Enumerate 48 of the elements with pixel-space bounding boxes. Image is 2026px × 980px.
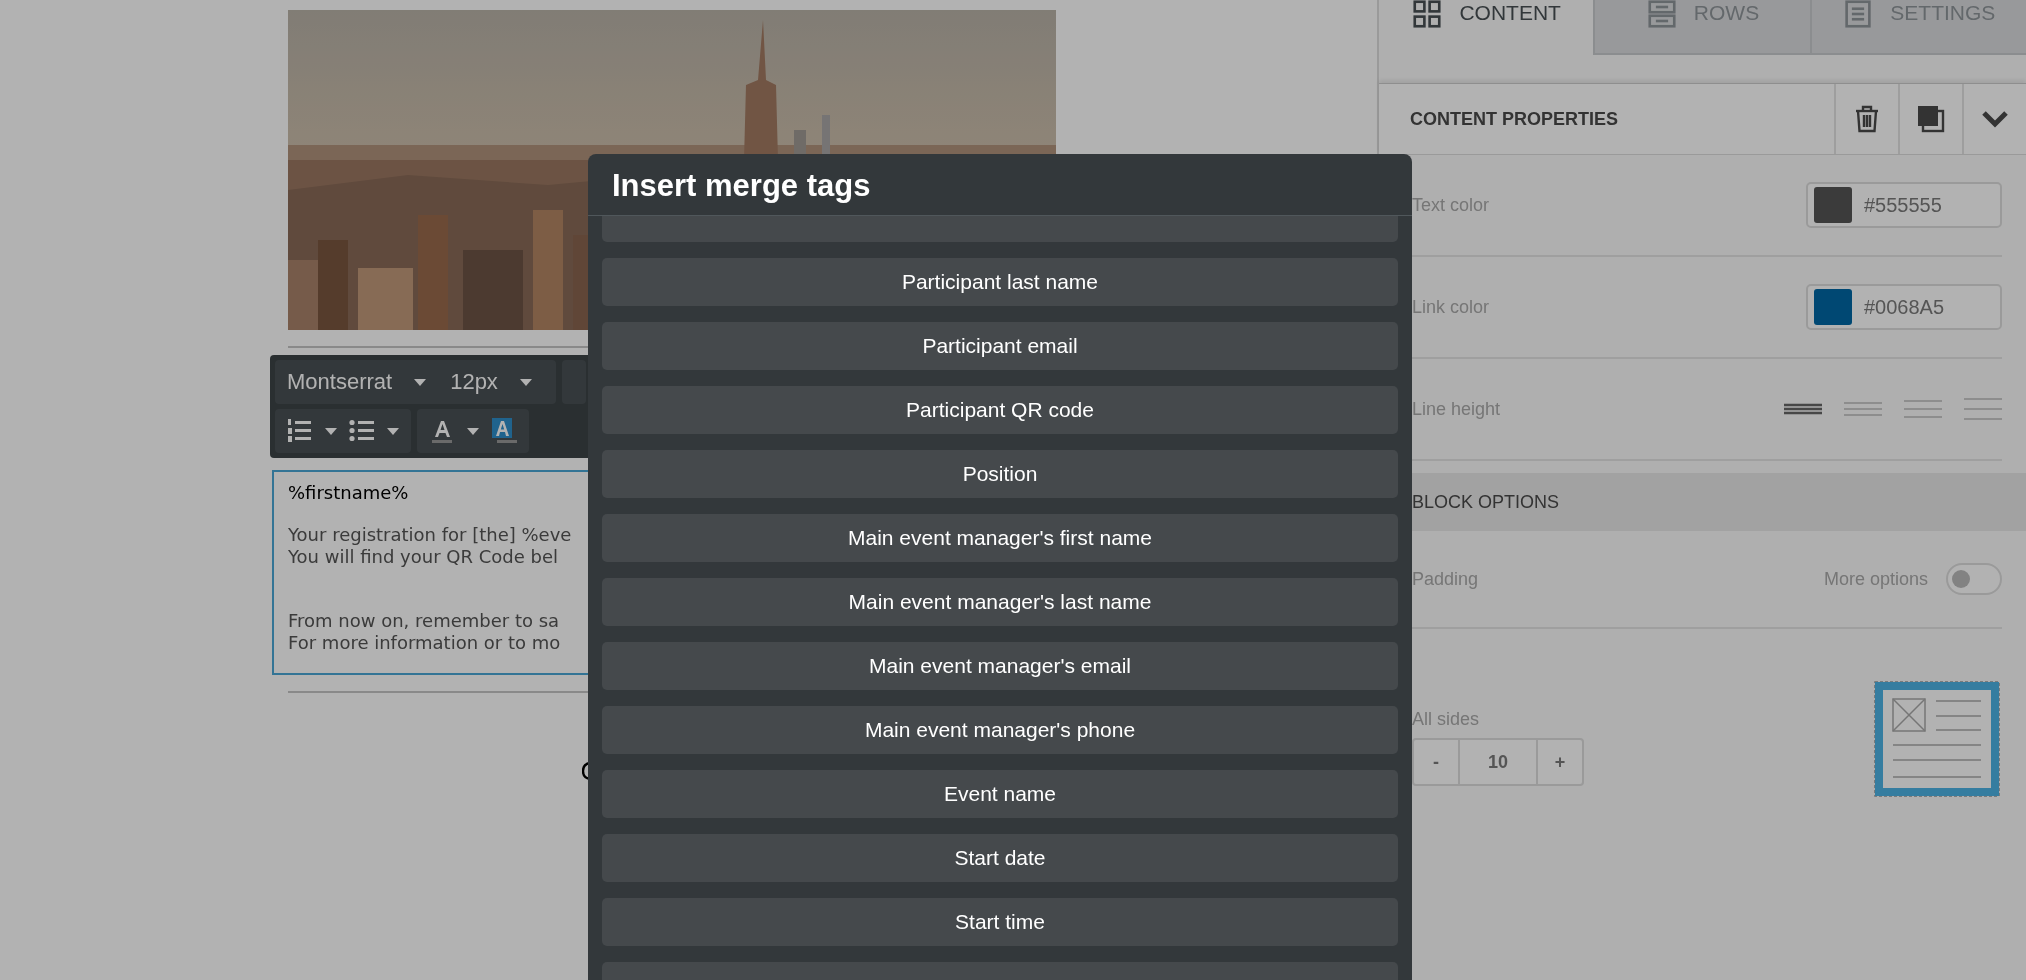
merge-tag-button[interactable]: Position [602,450,1398,498]
increment-button[interactable]: + [1538,740,1582,784]
merge-tag-button[interactable]: Event name [602,770,1398,818]
merge-tag-button[interactable]: Main event manager's email [602,642,1398,690]
field-label: All sides [1412,709,1481,730]
paragraph: Your registration for [the] %eve You will find your QR Code bel [288,524,572,568]
color-field[interactable]: #0068A5 [1806,284,2002,330]
chevron-down-icon [1981,110,2009,128]
color-field[interactable]: #555555 [1806,182,2002,228]
merge-tag-button[interactable]: Participant QR code [602,386,1398,434]
merge-tag-button[interactable]: Start date [602,834,1398,882]
merge-tag-button[interactable]: Participant last name [602,258,1398,306]
caret-icon[interactable] [467,427,479,435]
font-dropdown[interactable]: Montserrat [287,369,427,395]
number-field[interactable]: 10 [1458,740,1538,784]
field-label: Text color [1412,194,1490,216]
section-title: BLOCK OPTIONS [1411,490,1561,514]
cut-glyph-mark [582,761,590,781]
text-color-icon[interactable] [429,418,455,444]
merge-tag-button[interactable]: Participant email [602,322,1398,370]
paragraph: %firstname% [288,482,409,504]
paragraph: From now on, remember to sa For more information or to mo [288,610,561,654]
color-swatch [1814,187,1852,223]
merge-tag-button[interactable]: Start time [602,898,1398,946]
caret-icon [414,378,427,386]
highlight-color-icon[interactable] [491,418,517,444]
section-title: CONTENT PROPERTIES [1409,107,1620,131]
numbered-list-icon[interactable] [287,418,313,444]
field-label: Line height [1412,398,1501,420]
font-size-dropdown[interactable]: 12px [450,369,532,395]
color-swatch [1814,289,1852,325]
bullet-list-icon[interactable] [349,418,375,444]
rows-icon [1645,0,1678,28]
toggle-switch[interactable] [1946,563,2002,595]
field-label: Padding [1412,568,1479,590]
copy-icon [1917,105,1945,133]
caret-icon[interactable] [387,427,399,435]
grid-icon [1411,0,1444,28]
line-height-icon[interactable] [1784,403,1822,415]
merge-tag-button[interactable]: Main event manager's first name [602,514,1398,562]
toggle-label: More options [1823,568,1928,590]
caret-icon[interactable] [325,427,337,435]
trash-icon [1855,105,1879,133]
merge-tag-button[interactable]: Main event manager's phone [602,706,1398,754]
field-label: Link color [1412,296,1490,318]
caret-icon [519,378,532,386]
decrement-button[interactable]: - [1414,740,1458,784]
merge-tag-button[interactable]: Main event manager's last name [602,578,1398,626]
